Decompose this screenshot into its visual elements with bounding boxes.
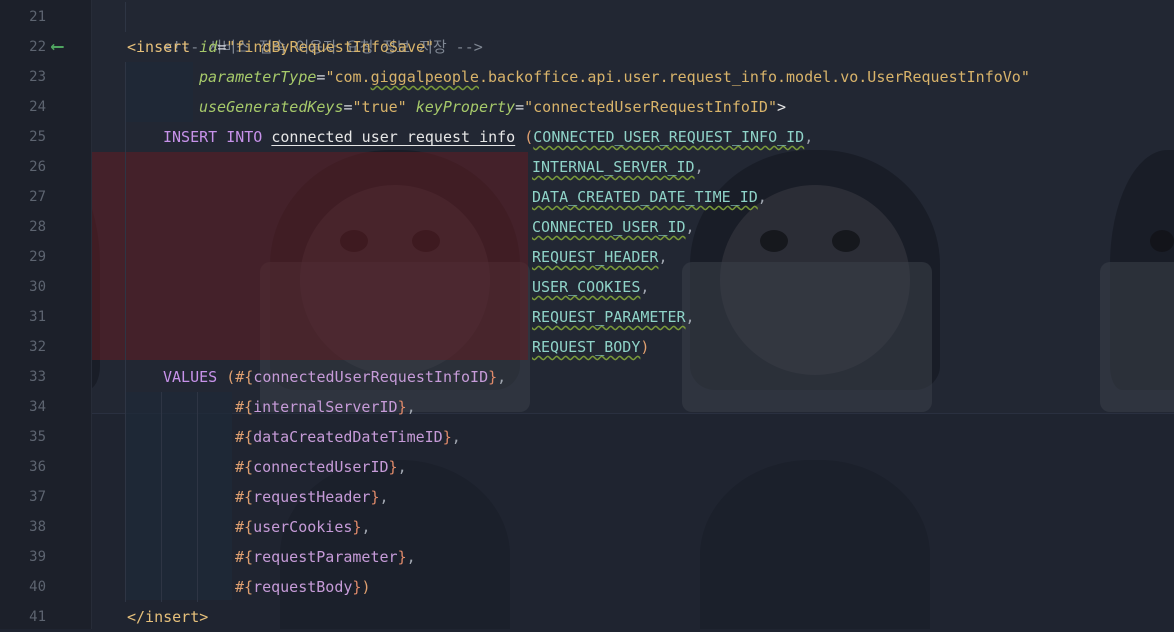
code-line-27[interactable]: DATA_CREATED_DATE_TIME_ID, [532,182,767,212]
mybatis-param: dataCreatedDateTimeID [253,428,443,446]
code-line-28[interactable]: CONNECTED_USER_ID, [532,212,695,242]
code-line-38[interactable]: #{userCookies}, [235,512,370,542]
code-line-24[interactable]: useGeneratedKeys="true" keyProperty="con… [199,92,786,122]
column-name: DATA_CREATED_DATE_TIME_ID [532,188,758,206]
mybatis-param: connectedUserRequestInfoID [253,368,489,386]
id-attribute: id [199,38,218,56]
code-line-32[interactable]: REQUEST_BODY) [532,332,649,362]
mybatis-param: requestHeader [253,488,371,506]
mybatis-param: userCookies [253,518,353,536]
use-generated-keys-attribute: useGeneratedKeys [199,98,344,116]
mybatis-param: requestParameter [253,548,398,566]
parameter-type-attribute: parameterType [199,68,317,86]
sql-insert-keyword: INSERT INTO [163,128,263,146]
code-line-37[interactable]: #{requestHeader}, [235,482,389,512]
code-editor[interactable]: <!-- 서비스 접속 이용자 요청 정보 저장 --> <insert id=… [0,0,1174,629]
code-line-30[interactable]: USER_COOKIES, [532,272,649,302]
code-line-36[interactable]: #{connectedUserID}, [235,452,407,482]
spelling-warning: giggalpeople [370,68,479,86]
code-line-41[interactable]: </insert> [127,602,208,632]
code-line-31[interactable]: REQUEST_PARAMETER, [532,302,695,332]
column-name: CONNECTED_USER_ID [532,218,686,236]
code-line-23[interactable]: parameterType="com.giggalpeople.backoffi… [199,62,1030,92]
column-name: REQUEST_HEADER [532,248,659,266]
sql-values-keyword: VALUES [163,368,218,386]
mybatis-param: internalServerID [253,398,398,416]
code-line-35[interactable]: #{dataCreatedDateTimeID}, [235,422,461,452]
table-name: connected_user_request_info [271,128,516,146]
insert-close-tag: </insert> [127,608,209,626]
column-name: REQUEST_BODY [532,338,641,356]
column-name: USER_COOKIES [532,278,641,296]
code-line-40[interactable]: #{requestBody}) [235,572,370,602]
code-line-39[interactable]: #{requestParameter}, [235,542,416,572]
column-name: REQUEST_PARAMETER [532,308,686,326]
code-line-34[interactable]: #{internalServerID}, [235,392,416,422]
code-line-22[interactable]: <insert id="findByRequestInfoSave" [127,32,434,62]
id-value: "findByRequestInfoSave" [226,38,435,56]
column-name: INTERNAL_SERVER_ID [532,158,695,176]
code-line-21[interactable]: <!-- 서비스 접속 이용자 요청 정보 저장 --> [127,2,483,56]
mybatis-param: connectedUserID [253,458,389,476]
code-line-25[interactable]: INSERT INTO connected_user_request_info … [163,122,813,152]
mybatis-param: requestBody [253,578,353,596]
key-property-attribute: keyProperty [415,98,516,116]
code-line-26[interactable]: INTERNAL_SERVER_ID, [532,152,704,182]
column-name: CONNECTED_USER_REQUEST_INFO_ID [533,128,805,146]
insert-open-tag: <insert [127,38,191,56]
code-line-33[interactable]: VALUES (#{connectedUserRequestInfoID}, [163,362,506,392]
code-line-29[interactable]: REQUEST_HEADER, [532,242,667,272]
